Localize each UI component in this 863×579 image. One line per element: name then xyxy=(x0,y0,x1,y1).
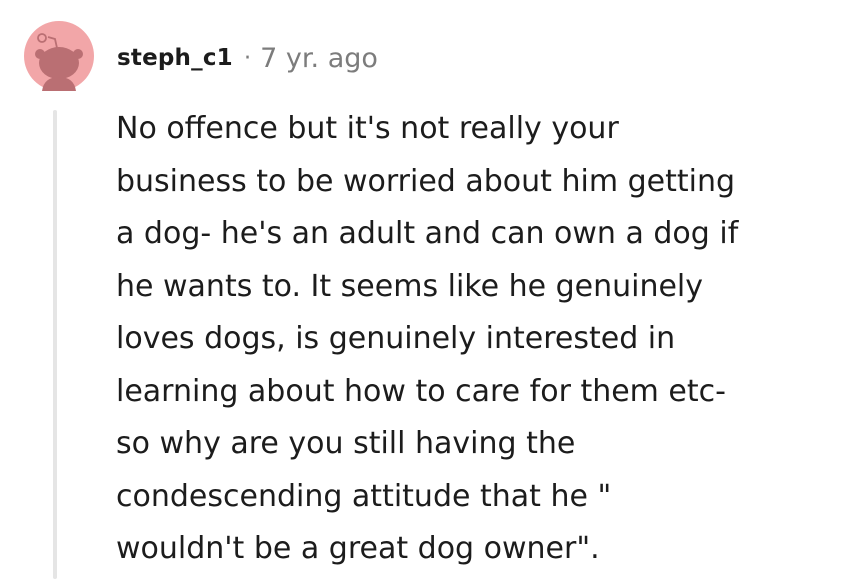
thread-line[interactable] xyxy=(53,110,57,579)
meta-separator: · xyxy=(243,45,252,71)
user-avatar[interactable] xyxy=(24,21,94,91)
comment-meta: steph_c1 · 7 yr. ago xyxy=(117,40,378,76)
reddit-snoo-avatar-icon xyxy=(24,21,94,91)
comment-body: No offence but it's not really your busi… xyxy=(116,111,739,566)
comment: steph_c1 · 7 yr. ago No offence but it's… xyxy=(0,0,863,579)
author-username[interactable]: steph_c1 xyxy=(117,45,233,71)
comment-timestamp[interactable]: 7 yr. ago xyxy=(260,43,378,74)
